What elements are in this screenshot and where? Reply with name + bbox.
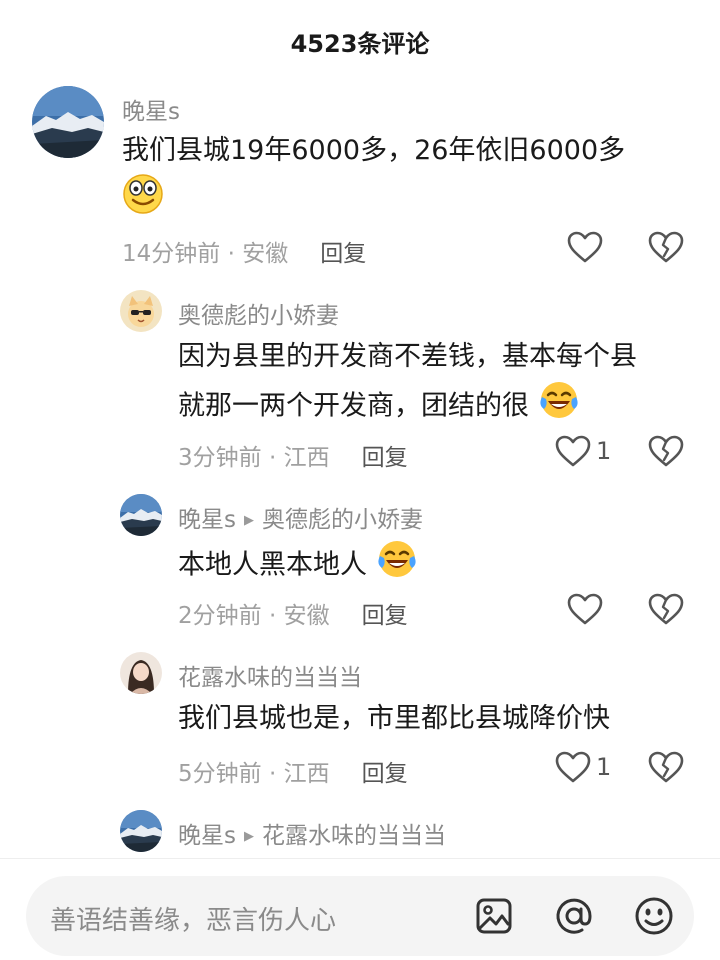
comment-username-line: 晚星s ▶ 花露水味的当当当: [178, 816, 446, 850]
like-count: 1: [596, 753, 612, 781]
mountain-avatar-image: [32, 86, 104, 158]
comment-text-content: 我们县城19年6000多，26年依旧6000多: [122, 135, 626, 166]
comment-username-line: 晚星s ▶ 奥德彪的小娇妻: [178, 500, 423, 534]
avatar[interactable]: [120, 810, 162, 852]
cat-avatar-image: [120, 290, 162, 332]
comment-text-line: 就那一两个开发商，团结的很: [178, 390, 529, 422]
input-divider: [0, 858, 720, 859]
emoji-icon[interactable]: [632, 894, 676, 942]
comment-input-placeholder[interactable]: 善语结善缘，恶言伤人心: [50, 900, 336, 937]
comment-username[interactable]: 晚星s: [178, 507, 236, 533]
broken-heart-icon: [648, 231, 684, 263]
comment-username[interactable]: 花露水味的当当当: [178, 658, 362, 692]
comment-text: 我们县城19年6000多，26年依旧6000多: [122, 128, 692, 229]
comment-time-location: 3分钟前 · 江西: [178, 445, 330, 471]
comment-time-location: 5分钟前 · 江西: [178, 761, 330, 787]
broken-heart-icon: [648, 593, 684, 625]
dislike-button[interactable]: [648, 230, 684, 268]
comment-username[interactable]: 晚星s: [122, 92, 180, 126]
comment-meta: 3分钟前 · 江西 回复: [178, 438, 408, 472]
avatar[interactable]: [120, 494, 162, 536]
dislike-button[interactable]: [648, 434, 684, 472]
crying-laughing-emoji-icon: [538, 379, 580, 435]
comment-input-bar[interactable]: 善语结善缘，恶言伤人心: [26, 876, 694, 956]
grin-emoji-icon: [122, 173, 164, 229]
avatar[interactable]: [120, 290, 162, 332]
comment-text-line: 因为县里的开发商不差钱，基本每个县: [178, 341, 637, 372]
comments-header: 4523条评论: [0, 0, 720, 80]
mountain-avatar-image: [120, 494, 162, 536]
reply-arrow-icon: ▶: [243, 513, 254, 528]
reply-target-username[interactable]: 奥德彪的小娇妻: [262, 507, 423, 533]
mountain-avatar-image: [120, 810, 162, 852]
reply-button[interactable]: 回复: [362, 445, 408, 471]
broken-heart-icon: [648, 751, 684, 783]
like-count: 1: [596, 437, 612, 465]
heart-icon: [567, 231, 603, 263]
avatar[interactable]: [32, 86, 104, 158]
heart-icon: [567, 593, 603, 625]
crying-laughing-emoji-icon: [376, 538, 418, 594]
comment-time-location: 2分钟前 · 安徽: [178, 603, 330, 629]
comment-meta: 5分钟前 · 江西 回复: [178, 754, 408, 788]
heart-icon: [555, 751, 591, 783]
comment-username[interactable]: 奥德彪的小娇妻: [178, 296, 339, 330]
reply-button[interactable]: 回复: [320, 241, 366, 267]
broken-heart-icon: [648, 435, 684, 467]
reply-button[interactable]: 回复: [362, 761, 408, 787]
image-icon[interactable]: [472, 894, 516, 942]
dislike-button[interactable]: [648, 592, 684, 630]
avatar[interactable]: [120, 652, 162, 694]
comments-count-title: 4523条评论: [290, 30, 430, 58]
like-button[interactable]: 1: [554, 434, 611, 468]
comment-text: 本地人黑本地人: [178, 538, 698, 594]
reply-target-username[interactable]: 花露水味的当当当: [262, 823, 446, 849]
like-button[interactable]: [566, 230, 604, 264]
like-button[interactable]: 1: [554, 750, 611, 784]
reply-button[interactable]: 回复: [362, 603, 408, 629]
comment-text: 我们县城也是，市里都比县城降价快: [178, 703, 610, 734]
dislike-button[interactable]: [648, 750, 684, 788]
comment-text-content: 本地人黑本地人: [178, 549, 367, 581]
at-icon[interactable]: [552, 894, 596, 942]
comment-username[interactable]: 晚星s: [178, 823, 236, 849]
like-button[interactable]: [566, 592, 604, 626]
comment-time-location: 14分钟前 · 安徽: [122, 241, 289, 267]
comment-text: 因为县里的开发商不差钱，基本每个县 就那一两个开发商，团结的很: [178, 334, 698, 435]
reply-arrow-icon: ▶: [243, 829, 254, 844]
comment-meta: 2分钟前 · 安徽 回复: [178, 596, 408, 630]
comment-meta: 14分钟前 · 安徽 回复: [122, 234, 366, 268]
girl-avatar-image: [120, 652, 162, 694]
heart-icon: [555, 435, 591, 467]
